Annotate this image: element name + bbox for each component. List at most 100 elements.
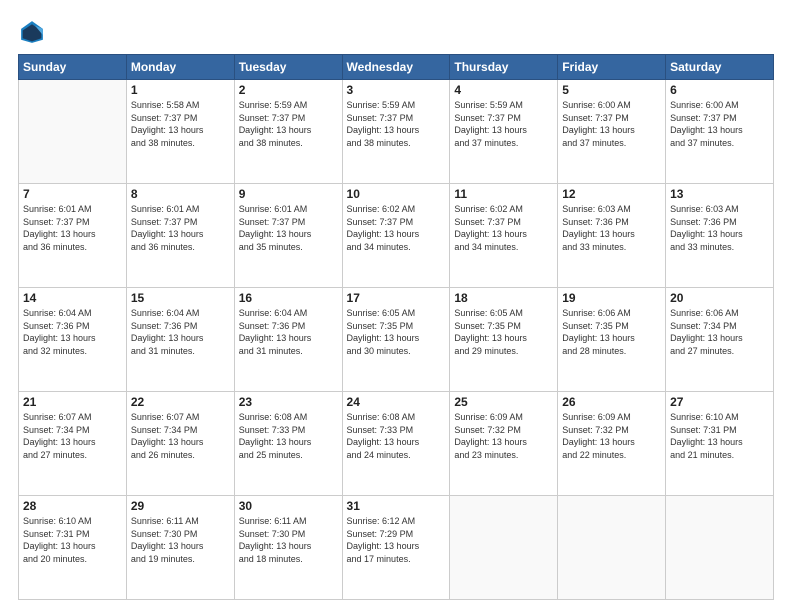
calendar-table: SundayMondayTuesdayWednesdayThursdayFrid… bbox=[18, 54, 774, 600]
day-cell: 20 Sunrise: 6:06 AM Sunset: 7:34 PM Dayli… bbox=[666, 288, 774, 392]
day-cell: 11 Sunrise: 6:02 AM Sunset: 7:37 PM Dayli… bbox=[450, 184, 558, 288]
page: SundayMondayTuesdayWednesdayThursdayFrid… bbox=[0, 0, 792, 612]
day-info: Sunrise: 6:01 AM Sunset: 7:37 PM Dayligh… bbox=[23, 203, 122, 253]
day-info: Sunrise: 6:06 AM Sunset: 7:35 PM Dayligh… bbox=[562, 307, 661, 357]
day-number: 25 bbox=[454, 395, 553, 409]
day-cell: 29 Sunrise: 6:11 AM Sunset: 7:30 PM Dayli… bbox=[126, 496, 234, 600]
day-info: Sunrise: 5:59 AM Sunset: 7:37 PM Dayligh… bbox=[454, 99, 553, 149]
day-cell: 10 Sunrise: 6:02 AM Sunset: 7:37 PM Dayli… bbox=[342, 184, 450, 288]
day-info: Sunrise: 6:01 AM Sunset: 7:37 PM Dayligh… bbox=[131, 203, 230, 253]
day-info: Sunrise: 6:10 AM Sunset: 7:31 PM Dayligh… bbox=[23, 515, 122, 565]
weekday-header-friday: Friday bbox=[558, 55, 666, 80]
day-number: 28 bbox=[23, 499, 122, 513]
day-number: 16 bbox=[239, 291, 338, 305]
day-number: 1 bbox=[131, 83, 230, 97]
day-number: 20 bbox=[670, 291, 769, 305]
week-row-3: 14 Sunrise: 6:04 AM Sunset: 7:36 PM Dayli… bbox=[19, 288, 774, 392]
day-info: Sunrise: 6:02 AM Sunset: 7:37 PM Dayligh… bbox=[454, 203, 553, 253]
day-cell: 27 Sunrise: 6:10 AM Sunset: 7:31 PM Dayli… bbox=[666, 392, 774, 496]
day-cell bbox=[558, 496, 666, 600]
day-cell: 26 Sunrise: 6:09 AM Sunset: 7:32 PM Dayli… bbox=[558, 392, 666, 496]
day-cell: 30 Sunrise: 6:11 AM Sunset: 7:30 PM Dayli… bbox=[234, 496, 342, 600]
day-number: 30 bbox=[239, 499, 338, 513]
day-number: 22 bbox=[131, 395, 230, 409]
day-cell: 5Sunrise: 6:00 AM Sunset: 7:37 PM Daylig… bbox=[558, 80, 666, 184]
week-row-5: 28 Sunrise: 6:10 AM Sunset: 7:31 PM Dayli… bbox=[19, 496, 774, 600]
day-cell bbox=[450, 496, 558, 600]
day-number: 26 bbox=[562, 395, 661, 409]
day-info: Sunrise: 6:07 AM Sunset: 7:34 PM Dayligh… bbox=[131, 411, 230, 461]
day-info: Sunrise: 6:10 AM Sunset: 7:31 PM Dayligh… bbox=[670, 411, 769, 461]
weekday-header-thursday: Thursday bbox=[450, 55, 558, 80]
day-info: Sunrise: 6:04 AM Sunset: 7:36 PM Dayligh… bbox=[23, 307, 122, 357]
day-number: 9 bbox=[239, 187, 338, 201]
header bbox=[18, 18, 774, 46]
day-info: Sunrise: 6:12 AM Sunset: 7:29 PM Dayligh… bbox=[347, 515, 446, 565]
day-number: 27 bbox=[670, 395, 769, 409]
week-row-1: 1 Sunrise: 5:58 AM Sunset: 7:37 PM Daylig… bbox=[19, 80, 774, 184]
day-info: Sunrise: 6:05 AM Sunset: 7:35 PM Dayligh… bbox=[347, 307, 446, 357]
day-number: 24 bbox=[347, 395, 446, 409]
day-number: 29 bbox=[131, 499, 230, 513]
day-info: Sunrise: 6:11 AM Sunset: 7:30 PM Dayligh… bbox=[239, 515, 338, 565]
day-info: Sunrise: 6:03 AM Sunset: 7:36 PM Dayligh… bbox=[670, 203, 769, 253]
day-number: 12 bbox=[562, 187, 661, 201]
day-number: 7 bbox=[23, 187, 122, 201]
day-cell bbox=[19, 80, 127, 184]
day-info: Sunrise: 6:02 AM Sunset: 7:37 PM Dayligh… bbox=[347, 203, 446, 253]
day-number: 13 bbox=[670, 187, 769, 201]
day-info: Sunrise: 6:03 AM Sunset: 7:36 PM Dayligh… bbox=[562, 203, 661, 253]
day-info: Sunrise: 6:08 AM Sunset: 7:33 PM Dayligh… bbox=[239, 411, 338, 461]
weekday-header-monday: Monday bbox=[126, 55, 234, 80]
day-cell: 8 Sunrise: 6:01 AM Sunset: 7:37 PM Daylig… bbox=[126, 184, 234, 288]
day-info: Sunrise: 6:01 AM Sunset: 7:37 PM Dayligh… bbox=[239, 203, 338, 253]
day-cell: 14 Sunrise: 6:04 AM Sunset: 7:36 PM Dayli… bbox=[19, 288, 127, 392]
day-number: 21 bbox=[23, 395, 122, 409]
day-number: 14 bbox=[23, 291, 122, 305]
day-number: 2 bbox=[239, 83, 338, 97]
day-cell: 4 Sunrise: 5:59 AM Sunset: 7:37 PM Daylig… bbox=[450, 80, 558, 184]
day-cell: 24Sunrise: 6:08 AM Sunset: 7:33 PM Dayli… bbox=[342, 392, 450, 496]
day-cell: 21 Sunrise: 6:07 AM Sunset: 7:34 PM Dayli… bbox=[19, 392, 127, 496]
day-cell: 16Sunrise: 6:04 AM Sunset: 7:36 PM Dayli… bbox=[234, 288, 342, 392]
day-number: 15 bbox=[131, 291, 230, 305]
day-cell: 19 Sunrise: 6:06 AM Sunset: 7:35 PM Dayli… bbox=[558, 288, 666, 392]
day-info: Sunrise: 5:58 AM Sunset: 7:37 PM Dayligh… bbox=[131, 99, 230, 149]
day-cell: 28 Sunrise: 6:10 AM Sunset: 7:31 PM Dayli… bbox=[19, 496, 127, 600]
day-cell: 23 Sunrise: 6:08 AM Sunset: 7:33 PM Dayli… bbox=[234, 392, 342, 496]
day-number: 17 bbox=[347, 291, 446, 305]
day-number: 4 bbox=[454, 83, 553, 97]
day-number: 31 bbox=[347, 499, 446, 513]
day-cell: 9 Sunrise: 6:01 AM Sunset: 7:37 PM Daylig… bbox=[234, 184, 342, 288]
day-number: 10 bbox=[347, 187, 446, 201]
day-cell: 31 Sunrise: 6:12 AM Sunset: 7:29 PM Dayli… bbox=[342, 496, 450, 600]
day-number: 23 bbox=[239, 395, 338, 409]
day-number: 8 bbox=[131, 187, 230, 201]
day-info: Sunrise: 6:05 AM Sunset: 7:35 PM Dayligh… bbox=[454, 307, 553, 357]
day-cell: 15Sunrise: 6:04 AM Sunset: 7:36 PM Dayli… bbox=[126, 288, 234, 392]
day-info: Sunrise: 6:11 AM Sunset: 7:30 PM Dayligh… bbox=[131, 515, 230, 565]
day-info: Sunrise: 6:06 AM Sunset: 7:34 PM Dayligh… bbox=[670, 307, 769, 357]
week-row-2: 7 Sunrise: 6:01 AM Sunset: 7:37 PM Daylig… bbox=[19, 184, 774, 288]
weekday-header-tuesday: Tuesday bbox=[234, 55, 342, 80]
day-number: 19 bbox=[562, 291, 661, 305]
logo-icon bbox=[18, 18, 46, 46]
day-number: 5 bbox=[562, 83, 661, 97]
weekday-header-sunday: Sunday bbox=[19, 55, 127, 80]
day-number: 3 bbox=[347, 83, 446, 97]
day-cell: 7 Sunrise: 6:01 AM Sunset: 7:37 PM Daylig… bbox=[19, 184, 127, 288]
logo bbox=[18, 18, 50, 46]
day-cell: 13 Sunrise: 6:03 AM Sunset: 7:36 PM Dayli… bbox=[666, 184, 774, 288]
day-cell: 22 Sunrise: 6:07 AM Sunset: 7:34 PM Dayli… bbox=[126, 392, 234, 496]
day-info: Sunrise: 6:07 AM Sunset: 7:34 PM Dayligh… bbox=[23, 411, 122, 461]
day-cell: 12 Sunrise: 6:03 AM Sunset: 7:36 PM Dayli… bbox=[558, 184, 666, 288]
day-cell: 25Sunrise: 6:09 AM Sunset: 7:32 PM Dayli… bbox=[450, 392, 558, 496]
day-cell: 2Sunrise: 5:59 AM Sunset: 7:37 PM Daylig… bbox=[234, 80, 342, 184]
day-cell: 1 Sunrise: 5:58 AM Sunset: 7:37 PM Daylig… bbox=[126, 80, 234, 184]
day-number: 11 bbox=[454, 187, 553, 201]
weekday-header-wednesday: Wednesday bbox=[342, 55, 450, 80]
day-cell: 17 Sunrise: 6:05 AM Sunset: 7:35 PM Dayli… bbox=[342, 288, 450, 392]
weekday-header-saturday: Saturday bbox=[666, 55, 774, 80]
day-info: Sunrise: 6:09 AM Sunset: 7:32 PM Dayligh… bbox=[562, 411, 661, 461]
day-number: 6 bbox=[670, 83, 769, 97]
